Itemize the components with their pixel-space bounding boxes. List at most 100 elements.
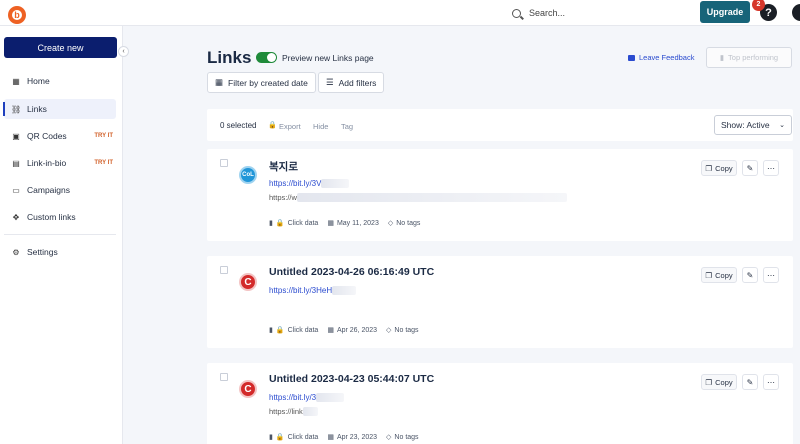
long-url[interactable]: https://linkxxxx xyxy=(269,407,318,416)
copy-icon: ❐ xyxy=(705,270,713,280)
add-filters-button[interactable]: ☰ Add filters xyxy=(318,72,385,93)
sidebar-item-label: Settings xyxy=(27,247,58,257)
bar-chart-icon: ▮ xyxy=(269,327,273,334)
click-data[interactable]: ▮ 🔒 Click data xyxy=(269,433,318,442)
click-data[interactable]: ▮ 🔒 Click data xyxy=(269,219,318,228)
created-date: ▦ Apr 23, 2023 xyxy=(327,433,378,442)
link-card: CoL 복지로 https://bit.ly/3Vxxxxxxx https:/… xyxy=(207,149,793,241)
calendar-icon: ▦ xyxy=(327,434,334,441)
sidebar-item-label: QR Codes xyxy=(27,131,67,141)
feedback-icon xyxy=(628,54,635,61)
edit-pencil-icon[interactable]: ✎ xyxy=(742,160,758,176)
calendar-icon: ▦ xyxy=(327,327,334,334)
sidebar-item-link-in-bio[interactable]: ▤ Link-in-bio TRY IT xyxy=(4,153,116,173)
site-favicon-icon: C xyxy=(239,380,257,398)
sidebar-item-label: Home xyxy=(27,76,50,86)
sidebar-item-campaigns[interactable]: ▭ Campaigns xyxy=(4,180,116,200)
lock-icon: 🔒 xyxy=(275,220,285,227)
gear-icon: ⚙ xyxy=(12,247,20,257)
select-checkbox[interactable] xyxy=(220,266,228,274)
link-title[interactable]: Untitled 2023-04-23 05:44:07 UTC xyxy=(269,373,434,385)
add-filters-label: Add filters xyxy=(338,77,377,88)
collapse-sidebar-icon[interactable]: ‹ xyxy=(118,46,129,57)
filter-date-label: Filter by created date xyxy=(228,77,308,88)
feedback-label: Leave Feedback xyxy=(639,53,695,62)
link-title[interactable]: Untitled 2023-04-26 06:16:49 UTC xyxy=(269,266,434,278)
link-meta: ▮ 🔒 Click data ▦ Apr 26, 2023 ◇ No tags xyxy=(269,326,419,335)
bulk-actions-bar: 0 selected 🔒 Export Hide Tag xyxy=(207,109,793,141)
preview-toggle[interactable] xyxy=(256,52,277,63)
link-card: C Untitled 2023-04-23 05:44:07 UTC https… xyxy=(207,363,793,444)
copy-icon: ❐ xyxy=(705,163,713,173)
link-title[interactable]: 복지로 xyxy=(269,159,298,174)
try-it-badge: TRY IT xyxy=(94,133,113,139)
folder-icon: ▭ xyxy=(12,185,20,195)
sidebar: ‹ Create new ▦ Home ⛓ Links ▣ QR Codes T… xyxy=(0,26,129,444)
short-url[interactable]: https://bit.ly/3xxxxxxx xyxy=(269,393,345,402)
top-performing-button[interactable]: ▮ Top performing xyxy=(706,47,792,68)
select-checkbox[interactable] xyxy=(220,159,228,167)
more-options-icon[interactable]: ⋯ xyxy=(763,160,779,176)
custom-link-icon: ✥ xyxy=(12,212,20,222)
search-bar[interactable]: Search... xyxy=(512,5,565,21)
tags[interactable]: ◇ No tags xyxy=(386,326,419,335)
search-placeholder: Search... xyxy=(529,8,566,18)
qr-icon: ▣ xyxy=(12,131,20,141)
lock-icon: 🔒 xyxy=(275,327,285,334)
sidebar-item-label: Custom links xyxy=(27,212,76,222)
preview-label: Preview new Links page xyxy=(282,53,374,63)
link-meta: ▮ 🔒 Click data ▦ Apr 23, 2023 ◇ No tags xyxy=(269,433,419,442)
edit-pencil-icon[interactable]: ✎ xyxy=(742,267,758,283)
copy-button[interactable]: ❐ Copy xyxy=(701,267,737,283)
page-icon: ▤ xyxy=(12,158,20,168)
try-it-badge: TRY IT xyxy=(94,160,113,166)
sidebar-item-label: Link-in-bio xyxy=(27,158,67,168)
home-grid-icon: ▦ xyxy=(12,76,20,86)
site-favicon-icon: C xyxy=(239,273,257,291)
tag-icon: ◇ xyxy=(386,434,392,441)
more-options-icon[interactable]: ⋯ xyxy=(763,374,779,390)
sidebar-item-label: Links xyxy=(27,104,47,114)
copy-button[interactable]: ❐ Copy xyxy=(701,160,737,176)
hide-action[interactable]: Hide xyxy=(313,122,328,131)
link-meta: ▮ 🔒 Click data ▦ May 11, 2023 ◇ No tags xyxy=(269,219,421,228)
sidebar-item-home[interactable]: ▦ Home xyxy=(4,71,116,91)
short-url[interactable]: https://bit.ly/3Vxxxxxxx xyxy=(269,179,350,188)
sidebar-item-links[interactable]: ⛓ Links xyxy=(3,99,116,119)
edit-pencil-icon[interactable]: ✎ xyxy=(742,374,758,390)
lock-icon: 🔒 xyxy=(268,122,277,129)
tag-action[interactable]: Tag xyxy=(341,122,353,131)
created-date: ▦ May 11, 2023 xyxy=(327,219,379,228)
sidebar-item-label: Campaigns xyxy=(27,185,70,195)
sidebar-item-settings[interactable]: ⚙ Settings xyxy=(4,242,116,262)
short-url[interactable]: https://bit.ly/3HeHxxxxxx xyxy=(269,286,357,295)
tag-icon: ◇ xyxy=(386,327,392,334)
logo-letter: b xyxy=(12,10,22,20)
long-url[interactable]: https://wxxxxxxxxxxxxxxxxxxxxxxxxxxxxxxx… xyxy=(269,193,567,202)
sidebar-item-custom-links[interactable]: ✥ Custom links xyxy=(4,207,116,227)
more-options-icon[interactable]: ⋯ xyxy=(763,267,779,283)
sidebar-item-qr-codes[interactable]: ▣ QR Codes TRY IT xyxy=(4,126,116,146)
sidebar-divider xyxy=(4,234,116,235)
tag-icon: ◇ xyxy=(387,220,394,227)
tags[interactable]: ◇ No tags xyxy=(387,219,421,228)
create-new-button[interactable]: Create new xyxy=(4,37,117,58)
click-data[interactable]: ▮ 🔒 Click data xyxy=(269,326,318,335)
account-avatar[interactable] xyxy=(792,4,800,21)
bitly-logo-icon[interactable]: b xyxy=(8,6,26,24)
link-card: C Untitled 2023-04-26 06:16:49 UTC https… xyxy=(207,256,793,348)
show-select-value: Show: Active xyxy=(721,120,770,130)
tags[interactable]: ◇ No tags xyxy=(386,433,419,442)
copy-button[interactable]: ❐ Copy xyxy=(701,374,737,390)
lock-icon: 🔒 xyxy=(275,434,285,441)
filter-by-date-button[interactable]: ▦ Filter by created date xyxy=(207,72,316,93)
upgrade-button[interactable]: Upgrade xyxy=(700,1,750,23)
show-active-select[interactable]: Show: Active ⌄ xyxy=(714,115,792,135)
search-icon xyxy=(512,8,521,18)
bar-chart-icon: ▮ xyxy=(269,220,273,227)
leave-feedback-link[interactable]: Leave Feedback xyxy=(628,53,694,62)
select-checkbox[interactable] xyxy=(220,373,228,381)
export-action[interactable]: Export xyxy=(279,122,301,131)
link-icon: ⛓ xyxy=(11,104,22,114)
calendar-icon: ▦ xyxy=(327,220,334,227)
